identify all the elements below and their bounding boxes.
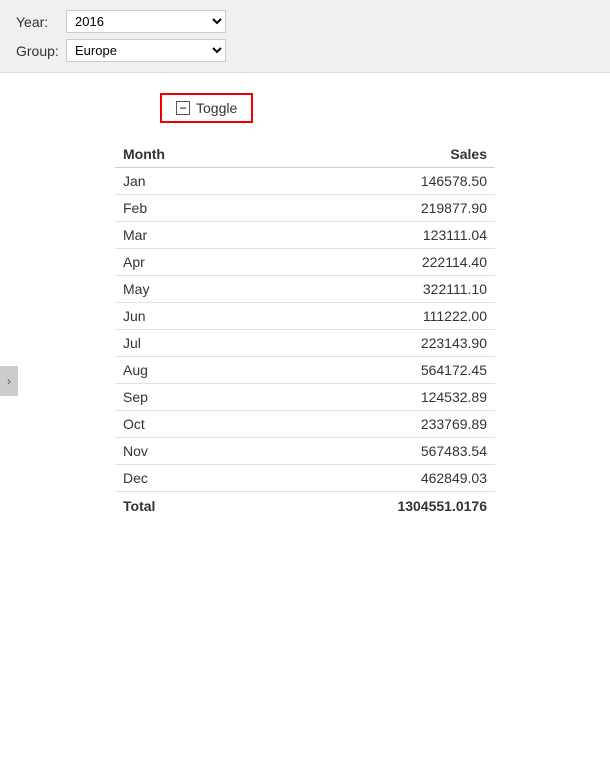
row-sales: 219877.90 xyxy=(250,195,495,222)
toggle-button[interactable]: − Toggle xyxy=(160,93,253,123)
year-select[interactable]: 2016 2017 2018 xyxy=(66,10,226,33)
row-month: Apr xyxy=(115,249,250,276)
table-row: Oct233769.89 xyxy=(115,411,495,438)
sales-table: Month Sales Jan146578.50Feb219877.90Mar1… xyxy=(115,141,495,520)
table-row: Nov567483.54 xyxy=(115,438,495,465)
row-month: Aug xyxy=(115,357,250,384)
table-row: Feb219877.90 xyxy=(115,195,495,222)
sidebar-arrow-icon: › xyxy=(7,374,11,388)
group-label: Group: xyxy=(16,43,66,59)
toggle-label: Toggle xyxy=(196,100,237,116)
row-month: Mar xyxy=(115,222,250,249)
total-value: 1304551.0176 xyxy=(250,492,495,521)
group-filter-row: Group: Europe Americas Asia xyxy=(16,39,594,62)
table-row: Jul223143.90 xyxy=(115,330,495,357)
row-sales: 111222.00 xyxy=(250,303,495,330)
filters-bar: Year: 2016 2017 2018 Group: Europe Ameri… xyxy=(0,0,610,73)
sidebar-toggle[interactable]: › xyxy=(0,366,18,396)
row-month: Jan xyxy=(115,168,250,195)
year-filter-row: Year: 2016 2017 2018 xyxy=(16,10,594,33)
total-label: Total xyxy=(115,492,250,521)
row-sales: 124532.89 xyxy=(250,384,495,411)
toggle-icon: − xyxy=(176,101,190,115)
row-month: Oct xyxy=(115,411,250,438)
row-sales: 123111.04 xyxy=(250,222,495,249)
col-header-month: Month xyxy=(115,141,250,168)
col-header-sales: Sales xyxy=(250,141,495,168)
table-row: Jun111222.00 xyxy=(115,303,495,330)
table-row: Jan146578.50 xyxy=(115,168,495,195)
row-sales: 462849.03 xyxy=(250,465,495,492)
table-row: Sep124532.89 xyxy=(115,384,495,411)
row-sales: 233769.89 xyxy=(250,411,495,438)
row-sales: 564172.45 xyxy=(250,357,495,384)
table-row: Aug564172.45 xyxy=(115,357,495,384)
total-row: Total 1304551.0176 xyxy=(115,492,495,521)
row-sales: 223143.90 xyxy=(250,330,495,357)
year-label: Year: xyxy=(16,14,66,30)
group-select[interactable]: Europe Americas Asia xyxy=(66,39,226,62)
table-row: Dec462849.03 xyxy=(115,465,495,492)
row-sales: 222114.40 xyxy=(250,249,495,276)
main-content: − Toggle Month Sales Jan146578.50Feb2198… xyxy=(0,73,610,540)
row-month: Sep xyxy=(115,384,250,411)
row-sales: 146578.50 xyxy=(250,168,495,195)
row-sales: 322111.10 xyxy=(250,276,495,303)
table-row: May322111.10 xyxy=(115,276,495,303)
row-month: Feb xyxy=(115,195,250,222)
table-row: Apr222114.40 xyxy=(115,249,495,276)
row-month: Nov xyxy=(115,438,250,465)
row-month: Jun xyxy=(115,303,250,330)
row-month: May xyxy=(115,276,250,303)
row-month: Dec xyxy=(115,465,250,492)
row-sales: 567483.54 xyxy=(250,438,495,465)
table-row: Mar123111.04 xyxy=(115,222,495,249)
row-month: Jul xyxy=(115,330,250,357)
